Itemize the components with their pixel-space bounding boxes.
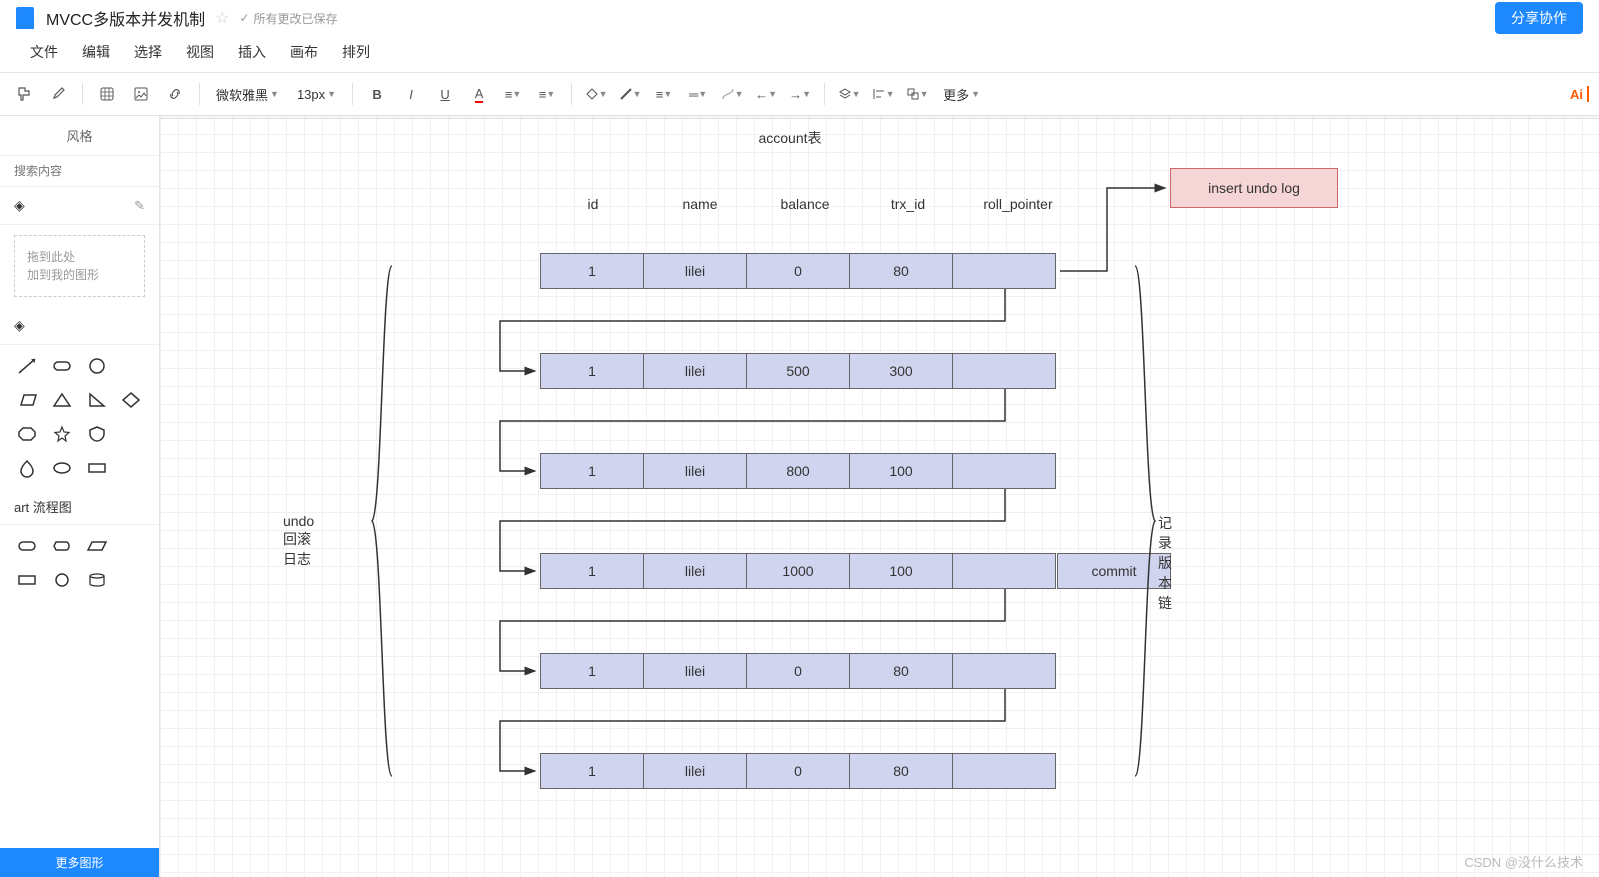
shape-line[interactable] bbox=[14, 355, 40, 377]
underline-icon[interactable]: U bbox=[431, 80, 459, 108]
shape-right-triangle[interactable] bbox=[84, 389, 110, 411]
shape-drop-zone[interactable]: 拖到此处 加到我的图形 bbox=[14, 235, 145, 297]
menu-canvas[interactable]: 画布 bbox=[290, 42, 318, 62]
grid-icon[interactable] bbox=[93, 80, 121, 108]
watermark: CSDN @没什么技术 bbox=[1464, 852, 1583, 871]
sidebar-basic-shapes[interactable]: ◈ bbox=[0, 307, 159, 345]
connector-icon[interactable]: ▼ bbox=[718, 80, 746, 108]
share-button[interactable]: 分享协作 bbox=[1495, 2, 1583, 34]
shape-display[interactable] bbox=[49, 535, 75, 557]
shape-diamond[interactable] bbox=[118, 389, 144, 411]
app-logo bbox=[16, 7, 34, 29]
bold-icon[interactable]: B bbox=[363, 80, 391, 108]
more-shapes-button[interactable]: 更多图形 bbox=[0, 848, 159, 877]
align-icon[interactable]: ≡▼ bbox=[533, 80, 561, 108]
shape-data[interactable] bbox=[84, 535, 110, 557]
shape-connector-circle[interactable] bbox=[49, 569, 75, 591]
edit-icon[interactable]: ✎ bbox=[134, 198, 145, 214]
shape-empty[interactable] bbox=[118, 355, 144, 377]
menu-edit[interactable]: 编辑 bbox=[82, 42, 110, 62]
divider bbox=[199, 83, 200, 105]
group-icon[interactable]: ▼ bbox=[903, 80, 931, 108]
text-color-icon[interactable]: A bbox=[465, 80, 493, 108]
shape-empty[interactable] bbox=[118, 423, 144, 445]
fill-color-icon[interactable]: ▼ bbox=[582, 80, 610, 108]
align-objects-icon[interactable]: ▼ bbox=[869, 80, 897, 108]
shape-parallelogram[interactable] bbox=[14, 389, 40, 411]
shape-rect[interactable] bbox=[84, 457, 110, 479]
menubar: 文件 编辑 选择 视图 插入 画布 排列 bbox=[0, 36, 1599, 72]
sidebar-flowchart-section[interactable]: art 流程图 bbox=[0, 489, 159, 525]
basic-shapes-grid bbox=[0, 345, 159, 489]
divider bbox=[571, 83, 572, 105]
sidebar: 风格 ◈ ✎ 拖到此处 加到我的图形 ◈ bbox=[0, 116, 160, 877]
doc-title[interactable]: MVCC多版本并发机制 bbox=[46, 6, 205, 30]
image-icon[interactable] bbox=[127, 80, 155, 108]
sidebar-shapes-header[interactable]: ◈ ✎ bbox=[0, 187, 159, 225]
chevron-down-icon: ▼ bbox=[327, 89, 336, 99]
layers-icon[interactable]: ▼ bbox=[835, 80, 863, 108]
more-menu[interactable]: 更多▼ bbox=[937, 85, 986, 104]
line-style-icon[interactable]: ≡▼ bbox=[650, 80, 678, 108]
shape-circle[interactable] bbox=[84, 355, 110, 377]
shape-rounded-rect[interactable] bbox=[49, 355, 75, 377]
shapes-icon: ◈ bbox=[14, 197, 25, 214]
ai-button[interactable]: Ai bbox=[1570, 86, 1589, 102]
shape-empty[interactable] bbox=[118, 457, 144, 479]
font-size-select[interactable]: 13px▼ bbox=[291, 87, 342, 102]
flowchart-shapes-grid bbox=[0, 525, 159, 601]
shapes-icon: ◈ bbox=[14, 317, 25, 334]
divider bbox=[352, 83, 353, 105]
font-family-select[interactable]: 微软雅黑▼ bbox=[210, 85, 285, 104]
paint-format-icon[interactable] bbox=[10, 80, 38, 108]
italic-icon[interactable]: I bbox=[397, 80, 425, 108]
sidebar-style-tab[interactable]: 风格 bbox=[0, 116, 159, 156]
shape-empty[interactable] bbox=[118, 535, 144, 557]
check-icon: ✓ bbox=[239, 11, 249, 25]
chevron-down-icon: ▼ bbox=[270, 89, 279, 99]
menu-file[interactable]: 文件 bbox=[30, 42, 58, 62]
arrow-right-icon[interactable]: →▼ bbox=[786, 80, 814, 108]
link-icon[interactable] bbox=[161, 80, 189, 108]
shape-shield[interactable] bbox=[84, 423, 110, 445]
menu-arrange[interactable]: 排列 bbox=[342, 42, 370, 62]
favorite-star-icon[interactable]: ☆ bbox=[215, 8, 229, 28]
shape-octagon[interactable] bbox=[14, 423, 40, 445]
shape-ellipse[interactable] bbox=[49, 457, 75, 479]
main: 风格 ◈ ✎ 拖到此处 加到我的图形 ◈ bbox=[0, 116, 1599, 877]
shape-triangle[interactable] bbox=[49, 389, 75, 411]
divider bbox=[82, 83, 83, 105]
connectors bbox=[160, 116, 1360, 816]
eyedropper-icon[interactable] bbox=[44, 80, 72, 108]
search-input[interactable] bbox=[0, 156, 159, 187]
shape-cylinder[interactable] bbox=[84, 569, 110, 591]
menu-select[interactable]: 选择 bbox=[134, 42, 162, 62]
save-status: ✓ 所有更改已保存 bbox=[239, 10, 337, 27]
shape-process[interactable] bbox=[14, 569, 40, 591]
toolbar: 微软雅黑▼ 13px▼ B I U A ≡▼ ≡▼ ▼ ▼ ≡▼ ═▼ ▼ ←▼… bbox=[0, 72, 1599, 116]
stroke-color-icon[interactable]: ▼ bbox=[616, 80, 644, 108]
shape-empty[interactable] bbox=[118, 569, 144, 591]
divider bbox=[824, 83, 825, 105]
shape-star[interactable] bbox=[49, 423, 75, 445]
chevron-down-icon: ▼ bbox=[971, 89, 980, 99]
shape-terminator[interactable] bbox=[14, 535, 40, 557]
menu-insert[interactable]: 插入 bbox=[238, 42, 266, 62]
arrow-left-icon[interactable]: ←▼ bbox=[752, 80, 780, 108]
line-height-icon[interactable]: ≡▼ bbox=[499, 80, 527, 108]
line-weight-icon[interactable]: ═▼ bbox=[684, 80, 712, 108]
menu-view[interactable]: 视图 bbox=[186, 42, 214, 62]
canvas[interactable]: account表 id name balance trx_id roll_poi… bbox=[160, 116, 1599, 877]
header: MVCC多版本并发机制 ☆ ✓ 所有更改已保存 分享协作 bbox=[0, 0, 1599, 36]
save-status-text: 所有更改已保存 bbox=[254, 10, 338, 27]
shape-drop[interactable] bbox=[14, 457, 40, 479]
